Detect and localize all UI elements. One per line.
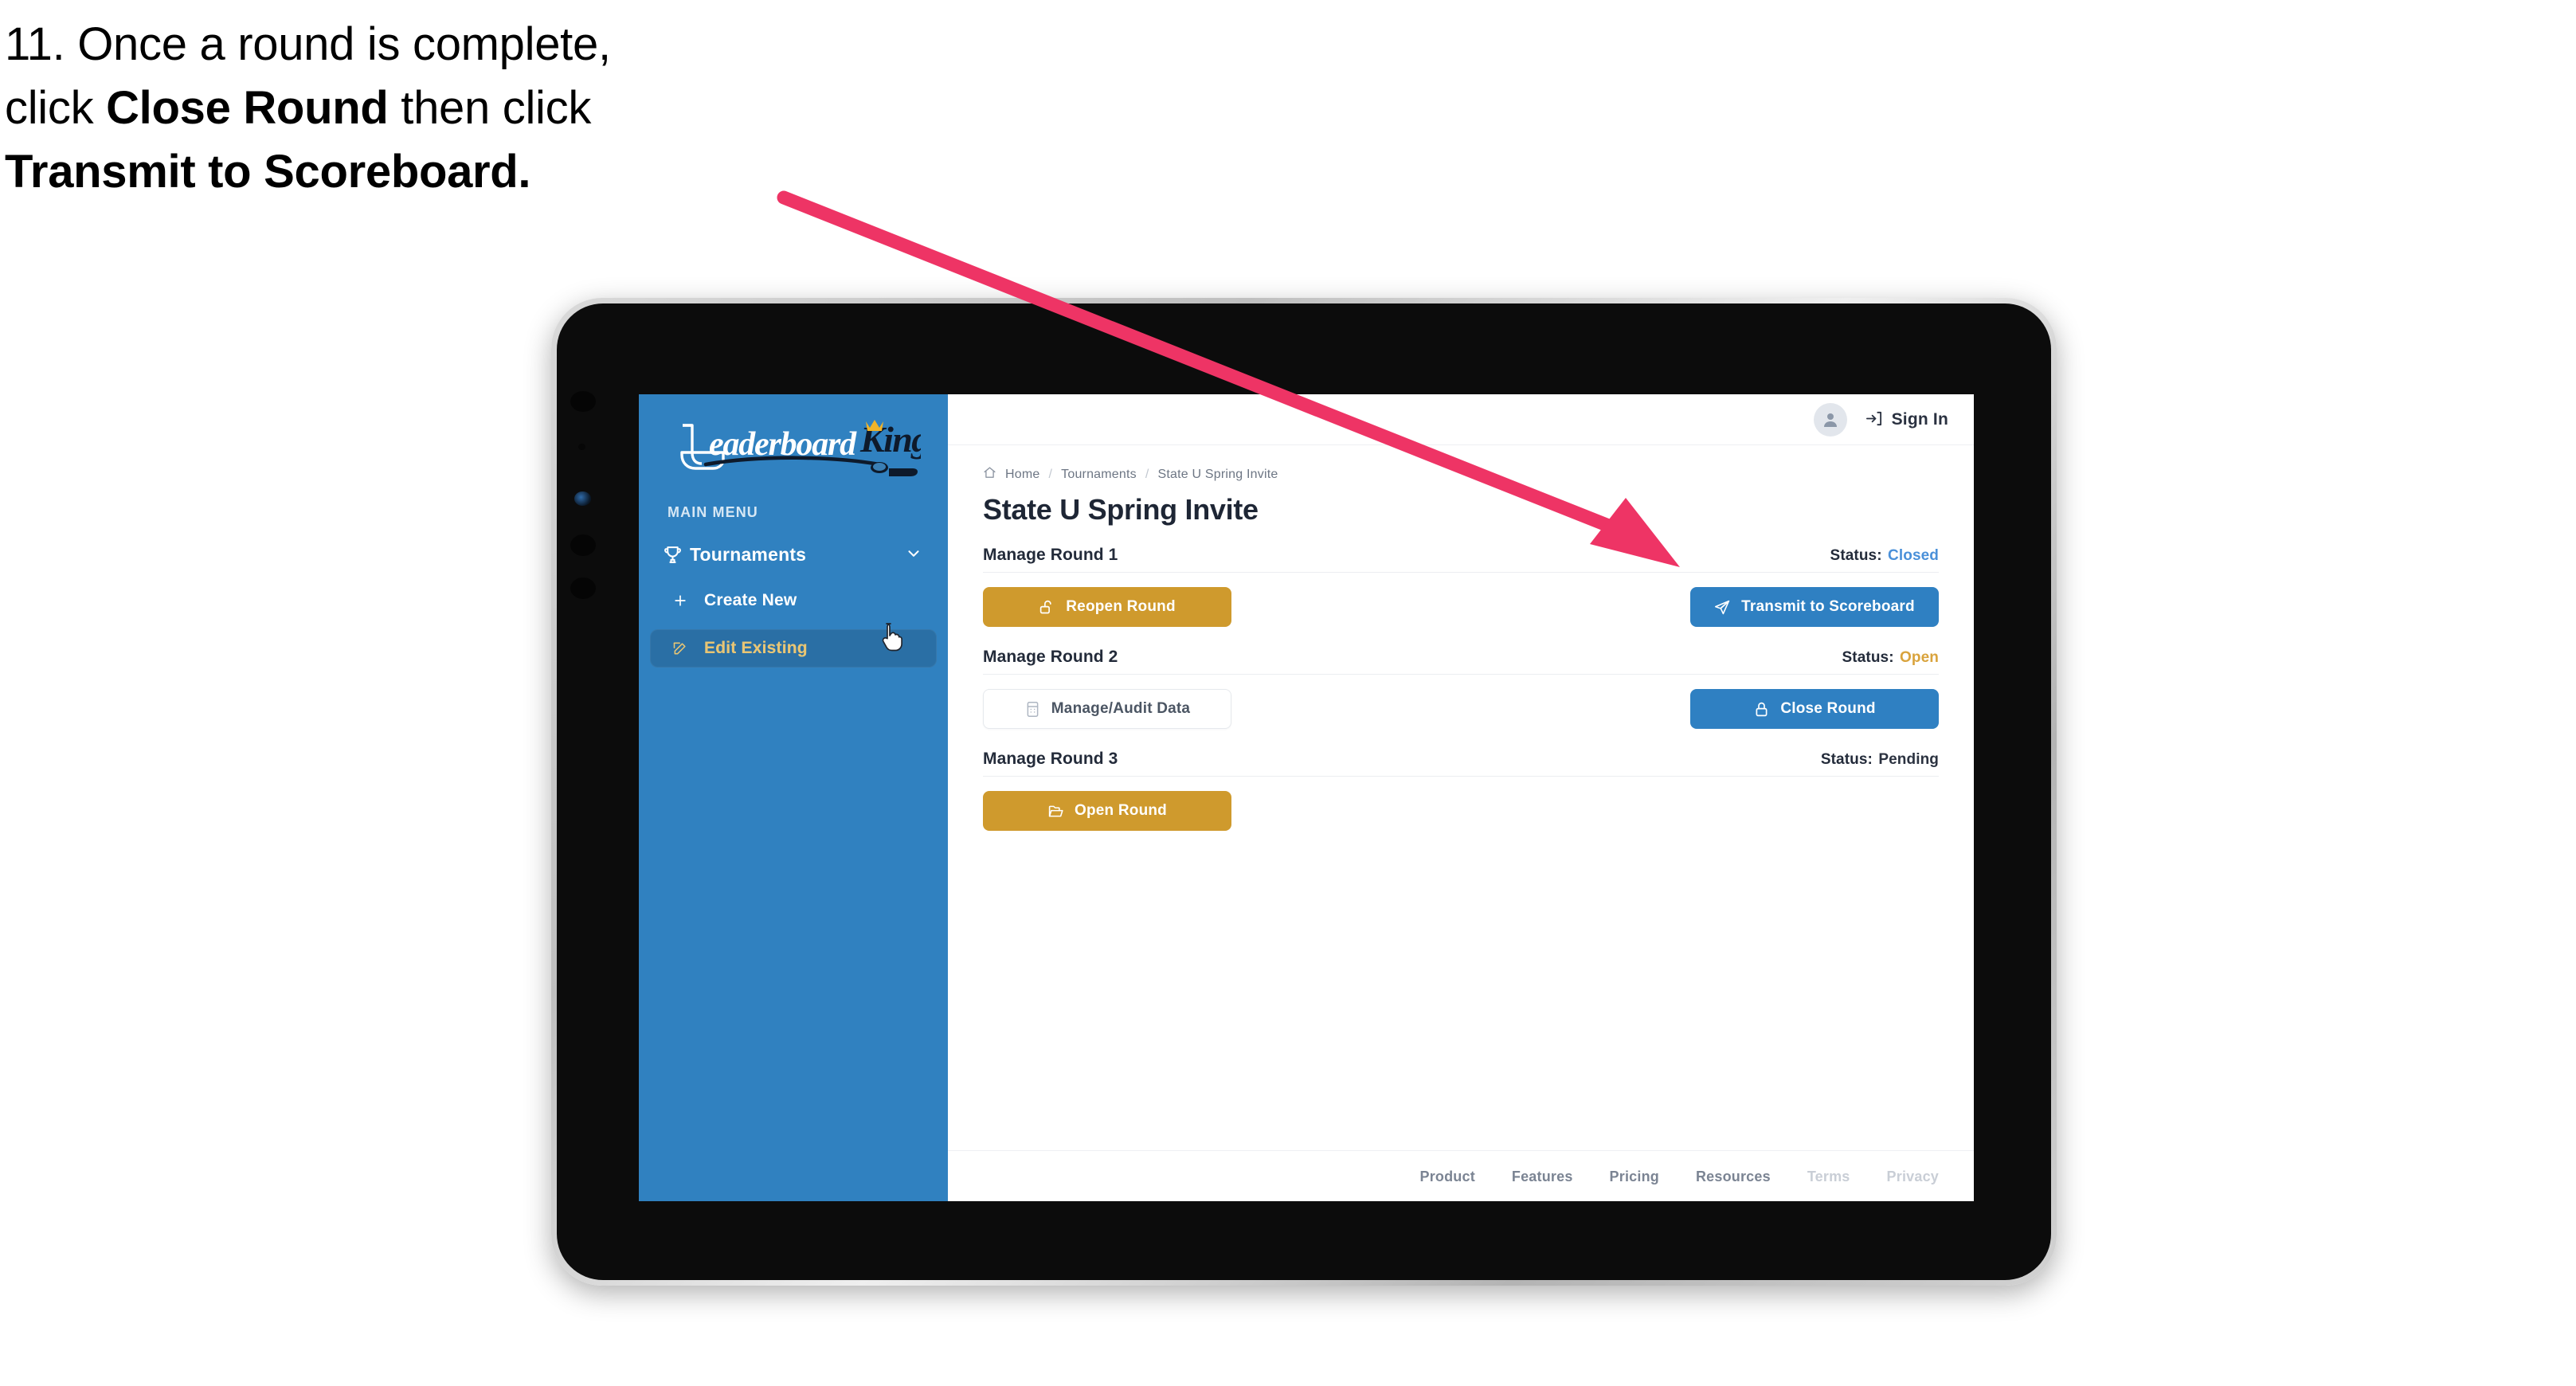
instruction-emphasis-transmit: Transmit to Scoreboard. [5, 146, 531, 198]
round-actions: Manage/Audit Data Close Round [983, 687, 1939, 730]
camera-icon [570, 391, 596, 412]
instruction-line-1: 11. Once a round is complete, [5, 18, 611, 70]
round-actions: Reopen Round Transmit to Scoreboard [983, 585, 1939, 628]
breadcrumb: Home / Tournaments / State U Spring Invi… [983, 466, 1939, 484]
footer-link-pricing[interactable]: Pricing [1610, 1169, 1659, 1185]
status-value: Pending [1878, 751, 1939, 768]
round-header: Manage Round 1 Status: Closed [983, 546, 1939, 573]
round-section-1: Manage Round 1 Status: Closed Reopen Rou… [983, 546, 1939, 628]
main-panel: Sign In Home / Tournaments / State U Spr… [948, 394, 1974, 1201]
footer-link-terms[interactable]: Terms [1807, 1169, 1850, 1185]
round-actions: Open Round [983, 789, 1939, 832]
front-camera-lens-icon [574, 491, 591, 506]
sign-in-button[interactable]: Sign In [1865, 409, 1948, 430]
microphone-icon [578, 444, 585, 450]
tablet-device: eaderboard King [551, 298, 2057, 1286]
reopen-round-button[interactable]: Reopen Round [983, 587, 1231, 627]
user-avatar-icon[interactable] [1813, 402, 1847, 437]
page-content: Home / Tournaments / State U Spring Invi… [948, 445, 1974, 1150]
trophy-icon [663, 545, 690, 565]
ambient-sensor-icon [570, 534, 596, 556]
sidebar: eaderboard King [639, 394, 948, 1201]
breadcrumb-item-home[interactable]: Home [1005, 468, 1039, 482]
page-title: State U Spring Invite [983, 493, 1259, 526]
sign-in-label: Sign In [1891, 409, 1948, 429]
open-folder-icon [1047, 803, 1064, 820]
footer-links: Product Features Pricing Resources Terms… [948, 1150, 1974, 1201]
round-title: Manage Round 3 [983, 750, 1118, 768]
sidebar-item-create-new[interactable]: Create New [650, 581, 937, 620]
button-label: Open Round [1075, 802, 1167, 819]
footer-link-resources[interactable]: Resources [1696, 1169, 1771, 1185]
chevron-down-icon[interactable] [905, 545, 922, 565]
round-section-2: Manage Round 2 Status: Open Manage/Audit… [983, 648, 1939, 730]
sidebar-group-label: Tournaments [690, 543, 807, 565]
open-round-button[interactable]: Open Round [983, 791, 1231, 831]
sidebar-item-label: Edit Existing [704, 639, 808, 657]
tablet-bezel: eaderboard King [557, 303, 2051, 1280]
status-value: Closed [1888, 547, 1939, 564]
calculator-icon [1024, 701, 1041, 718]
plus-icon [672, 593, 704, 609]
status-label: Status: [1842, 649, 1894, 666]
manage-audit-data-button[interactable]: Manage/Audit Data [983, 689, 1231, 729]
sidebar-section-label: MAIN MENU [667, 504, 758, 520]
round-title: Manage Round 1 [983, 546, 1118, 564]
button-label: Manage/Audit Data [1051, 700, 1191, 717]
breadcrumb-item-current: State U Spring Invite [1157, 468, 1278, 481]
svg-text:King: King [859, 419, 921, 460]
status-badge: Status: Pending [1821, 751, 1939, 769]
round-header: Manage Round 3 Status: Pending [983, 750, 1939, 777]
instruction-line-2-pre: click [5, 82, 107, 135]
proximity-sensor-icon [570, 578, 596, 599]
status-badge: Status: Open [1842, 649, 1939, 667]
close-round-button[interactable]: Close Round [1690, 689, 1939, 729]
home-icon[interactable] [983, 466, 996, 484]
lock-icon [1753, 701, 1770, 718]
status-label: Status: [1820, 751, 1873, 768]
button-label: Transmit to Scoreboard [1741, 598, 1915, 615]
round-title: Manage Round 2 [983, 648, 1118, 666]
transmit-to-scoreboard-button[interactable]: Transmit to Scoreboard [1690, 587, 1939, 627]
sidebar-group-tournaments[interactable]: Tournaments [639, 537, 948, 572]
button-label: Close Round [1780, 700, 1876, 717]
round-section-3: Manage Round 3 Status: Pending Open Roun… [983, 750, 1939, 832]
paper-plane-icon [1714, 599, 1731, 616]
breadcrumb-separator: / [1145, 468, 1149, 481]
app-topbar: Sign In [948, 394, 1974, 445]
round-header: Manage Round 2 Status: Open [983, 648, 1939, 675]
footer-link-features[interactable]: Features [1512, 1169, 1573, 1185]
sidebar-item-label: Create New [704, 591, 797, 609]
instruction-line-2: click Close Round then click [5, 76, 849, 140]
tablet-screen: eaderboard King [639, 394, 1974, 1201]
leaderboardking-logo[interactable]: eaderboard King [639, 412, 948, 485]
instruction-line-2-post: then click [388, 82, 592, 135]
instruction-emphasis-close-round: Close Round [106, 82, 389, 135]
instruction-callout: 11. Once a round is complete, click Clos… [5, 13, 849, 204]
status-badge: Status: Closed [1830, 547, 1939, 565]
sign-in-arrow-icon [1865, 409, 1883, 430]
pencil-square-icon [672, 640, 704, 656]
status-label: Status: [1830, 547, 1882, 564]
mouse-cursor-pointer-hand [882, 622, 906, 655]
footer-link-privacy[interactable]: Privacy [1887, 1169, 1939, 1185]
unlock-icon [1039, 599, 1055, 616]
button-label: Reopen Round [1066, 598, 1176, 615]
status-value: Open [1900, 649, 1939, 666]
breadcrumb-separator: / [1048, 468, 1053, 481]
breadcrumb-item-tournaments[interactable]: Tournaments [1061, 468, 1137, 482]
footer-link-product[interactable]: Product [1420, 1169, 1475, 1185]
